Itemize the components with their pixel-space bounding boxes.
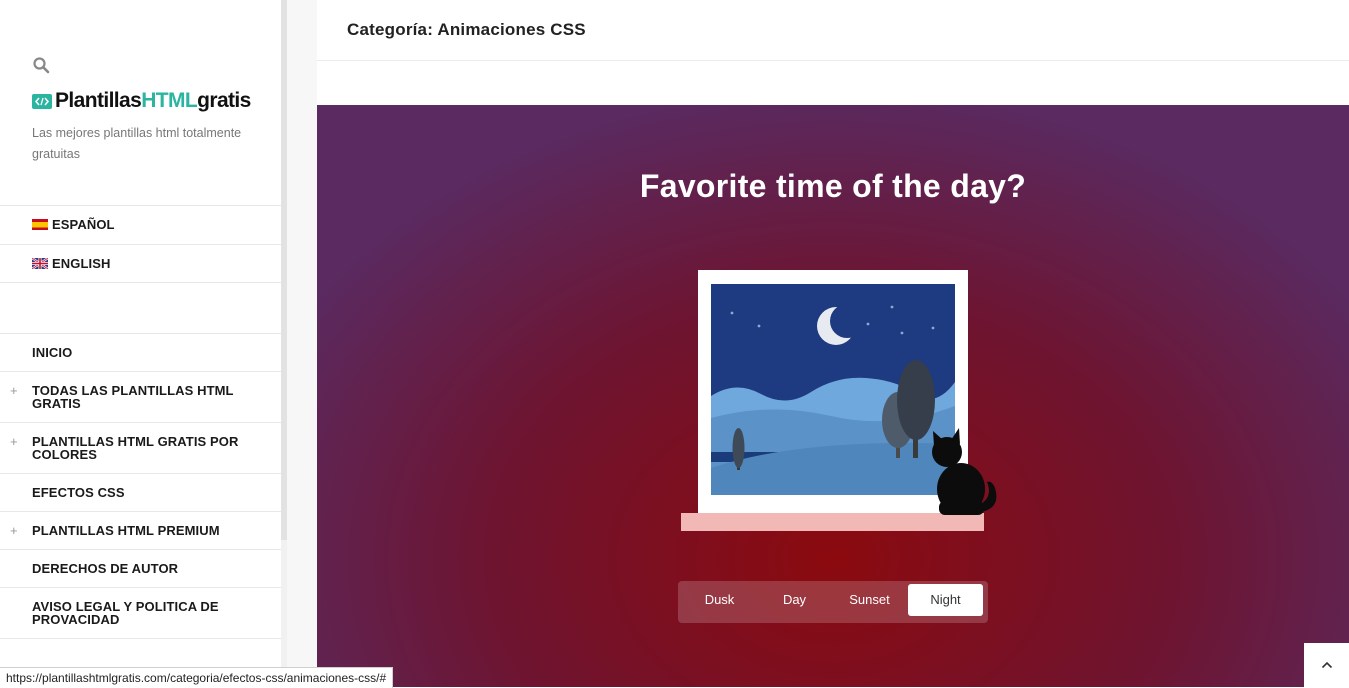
option-night-button[interactable]: Night	[908, 584, 983, 616]
menu-item-todas-plantillas[interactable]: TODAS LAS PLANTILLAS HTML GRATIS	[32, 384, 262, 410]
chevron-up-icon	[1321, 661, 1332, 669]
menu-item-plantillas-premium[interactable]: PLANTILLAS HTML PREMIUM	[32, 524, 262, 537]
menu-item-plantillas-colores[interactable]: PLANTILLAS HTML GRATIS POR COLORES	[32, 435, 262, 461]
divider	[0, 333, 281, 334]
language-item-english[interactable]: ENGLISH	[32, 257, 262, 270]
time-of-day-selector: Dusk Day Sunset Night	[678, 581, 988, 623]
option-dusk-button[interactable]: Dusk	[682, 584, 757, 616]
divider	[0, 587, 281, 588]
uk-flag-icon	[32, 258, 48, 269]
site-logo[interactable]: PlantillasHTMLgratis	[32, 88, 251, 114]
search-icon[interactable]	[32, 56, 50, 74]
option-day-button[interactable]: Day	[757, 584, 832, 616]
menu-item-derechos-autor[interactable]: DERECHOS DE AUTOR	[32, 562, 262, 575]
menu-item-efectos-css[interactable]: EFECTOS CSS	[32, 486, 262, 499]
divider	[0, 549, 281, 550]
page-title: Categoría: Animaciones CSS	[347, 20, 586, 39]
expand-plus-icon[interactable]: +	[10, 524, 18, 537]
language-item-espanol[interactable]: ESPAÑOL	[32, 218, 262, 231]
option-sunset-button[interactable]: Sunset	[832, 584, 907, 616]
divider	[0, 511, 281, 512]
divider	[0, 473, 281, 474]
menu-item-aviso-legal[interactable]: AVISO LEGAL Y POLITICA DE PROVACIDAD	[32, 600, 262, 626]
browser-status-url: https://plantillashtmlgratis.com/categor…	[0, 667, 394, 688]
divider	[0, 205, 281, 206]
divider	[0, 638, 281, 639]
site-tagline: Las mejores plantillas html totalmente g…	[32, 126, 242, 161]
hero-section: Favorite time of the day? Dusk Day Sunse…	[317, 105, 1349, 687]
divider	[0, 422, 281, 423]
spain-flag-icon	[32, 219, 48, 230]
content-gutter	[287, 0, 317, 687]
logo-text: PlantillasHTMLgratis	[55, 89, 251, 112]
code-icon	[32, 93, 52, 109]
hero-title: Favorite time of the day?	[639, 168, 1027, 204]
window-night-scene-illustration	[681, 270, 997, 531]
divider	[0, 282, 281, 283]
divider	[0, 371, 281, 372]
back-to-top-button[interactable]	[1304, 643, 1349, 687]
sidebar: PlantillasHTMLgratis Las mejores plantil…	[0, 0, 282, 687]
expand-plus-icon[interactable]: +	[10, 435, 18, 448]
menu-item-inicio[interactable]: INICIO	[32, 346, 262, 359]
expand-plus-icon[interactable]: +	[10, 384, 18, 397]
divider	[0, 244, 281, 245]
